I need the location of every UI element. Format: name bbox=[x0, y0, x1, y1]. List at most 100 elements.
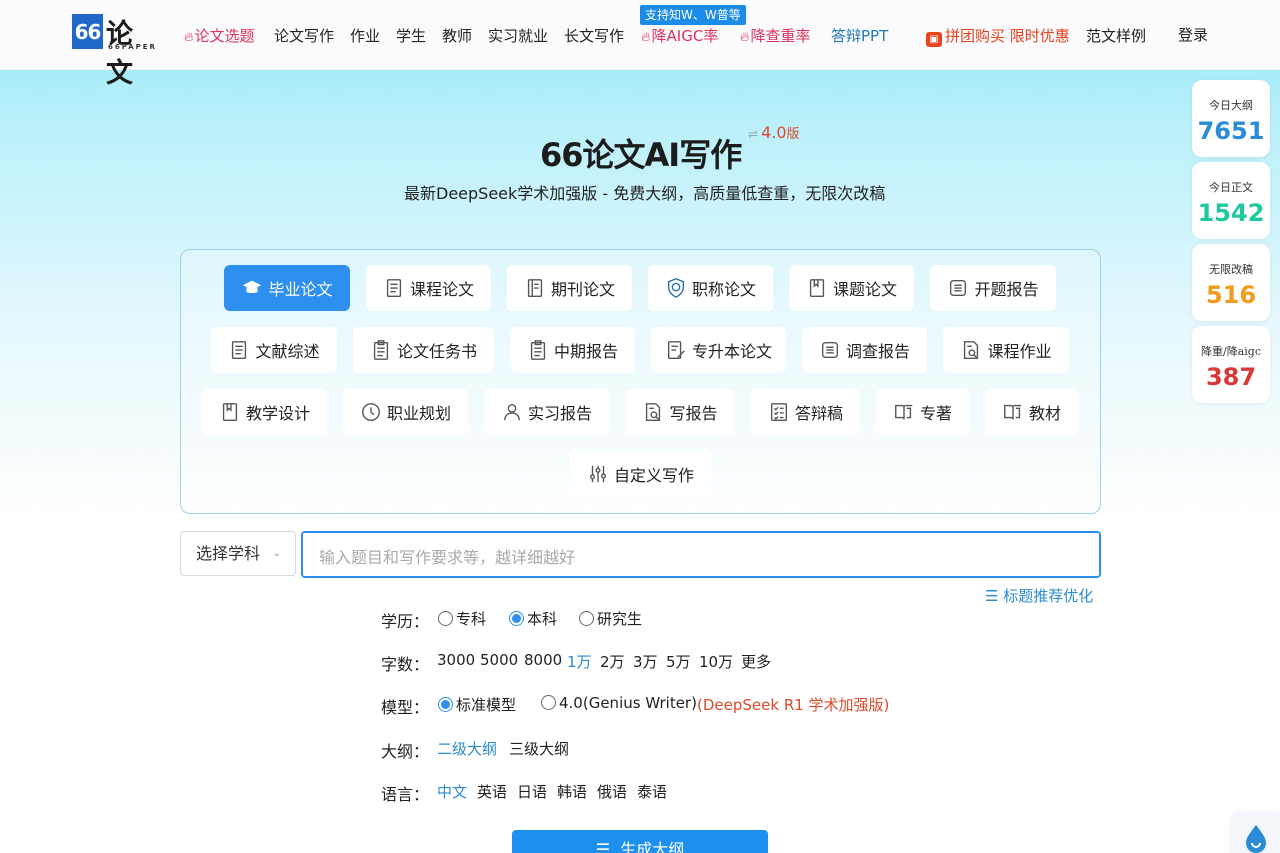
topic-input[interactable] bbox=[301, 531, 1101, 578]
option-label: 专科 bbox=[456, 610, 487, 628]
category-label: 论文任务书 bbox=[396, 342, 477, 361]
stat-label: 降重/降aigc bbox=[1201, 345, 1261, 358]
language-option[interactable]: 泰语 bbox=[637, 781, 667, 802]
report-icon bbox=[947, 277, 969, 299]
outline-option[interactable]: 三级大纲 bbox=[509, 738, 569, 759]
category-label: 文献综述 bbox=[255, 342, 320, 361]
list-icon: ☰ bbox=[985, 587, 999, 605]
nav-internship[interactable]: 实习就业 bbox=[488, 25, 548, 46]
option-label: 标准模型 bbox=[456, 696, 517, 714]
model-option-standard[interactable]: 标准模型 bbox=[438, 694, 516, 715]
category-button[interactable]: 文献综述 bbox=[211, 327, 337, 373]
category-label: 中期报告 bbox=[553, 342, 618, 361]
category-button[interactable]: 教材 bbox=[985, 389, 1078, 435]
category-button[interactable]: 教学设计 bbox=[202, 389, 327, 435]
category-button[interactable]: 课程论文 bbox=[366, 265, 491, 311]
model-option-genius[interactable]: 4.0(Genius Writer) bbox=[541, 694, 697, 712]
floating-help-button[interactable] bbox=[1231, 812, 1280, 853]
nav-long-writing[interactable]: 长文写作 bbox=[564, 25, 624, 46]
word-count-option[interactable]: 8000 bbox=[524, 651, 562, 669]
stat-label: 今日正文 bbox=[1209, 181, 1253, 194]
word-count-option[interactable]: 5000 bbox=[480, 651, 518, 669]
login-link[interactable]: 登录 bbox=[1178, 24, 1208, 45]
nav-paper-writing[interactable]: 论文写作 bbox=[274, 25, 334, 46]
word-count-option[interactable]: 3000 bbox=[437, 651, 475, 669]
language-option[interactable]: 韩语 bbox=[557, 781, 587, 802]
page-title: 66论文AI写作 bbox=[540, 136, 742, 174]
category-button[interactable]: 课题论文 bbox=[789, 265, 914, 311]
category-button[interactable]: 开题报告 bbox=[930, 265, 1056, 311]
nav-teacher[interactable]: 教师 bbox=[442, 25, 472, 46]
category-label: 教材 bbox=[1028, 404, 1061, 423]
category-label: 教学设计 bbox=[245, 404, 310, 423]
generate-outline-button[interactable]: ☰ 生成大纲 bbox=[512, 830, 768, 853]
stat-value: 516 bbox=[1205, 281, 1257, 309]
category-button[interactable]: 实习报告 bbox=[484, 389, 609, 435]
nav-reduce-plagiarism[interactable]: 🔥︎降查重率 bbox=[740, 25, 811, 46]
category-button[interactable]: 期刊论文 bbox=[507, 265, 632, 311]
word-count-option[interactable]: 5万 bbox=[666, 651, 691, 672]
category-label: 课题论文 bbox=[832, 280, 897, 299]
subject-select[interactable]: 选择学科 ⌄ bbox=[180, 531, 296, 576]
category-button[interactable]: 中期报告 bbox=[510, 327, 635, 373]
education-option[interactable]: 研究生 bbox=[579, 608, 642, 629]
nav-label: 降AIGC率 bbox=[651, 27, 719, 45]
document-icon bbox=[228, 339, 250, 361]
graduation-cap-icon bbox=[241, 277, 263, 299]
journal-icon bbox=[524, 277, 546, 299]
outline-option[interactable]: 二级大纲 bbox=[437, 738, 497, 759]
language-option[interactable]: 英语 bbox=[477, 781, 507, 802]
radio-checked-icon bbox=[438, 697, 453, 712]
nav-defense-ppt[interactable]: 答辩PPT bbox=[831, 25, 888, 46]
category-label: 课程作业 bbox=[987, 342, 1052, 361]
flame-icon: 🔥︎ bbox=[184, 30, 194, 45]
list-icon: ☰ bbox=[595, 840, 611, 853]
radio-icon bbox=[541, 695, 556, 710]
category-button[interactable]: 答辩稿 bbox=[751, 389, 860, 435]
category-button[interactable]: 调查报告 bbox=[802, 327, 927, 373]
title-optimize-link[interactable]: ☰ 标题推荐优化 bbox=[985, 585, 1093, 606]
word-count-option[interactable]: 2万 bbox=[600, 651, 625, 672]
category-button[interactable]: 论文任务书 bbox=[353, 327, 494, 373]
version-switch[interactable]: ⇌ 4.0版 bbox=[748, 123, 800, 142]
word-count-option[interactable]: 10万 bbox=[699, 651, 733, 672]
nav-samples[interactable]: 范文样例 bbox=[1086, 25, 1146, 46]
badge-shield-icon bbox=[665, 277, 687, 299]
language-option[interactable]: 日语 bbox=[517, 781, 547, 802]
language-option[interactable]: 俄语 bbox=[597, 781, 627, 802]
category-button[interactable]: 职业规划 bbox=[343, 389, 468, 435]
site-logo[interactable]: 66 论文 66PAPER bbox=[72, 14, 158, 89]
document-icon bbox=[383, 277, 405, 299]
language-option[interactable]: 中文 bbox=[437, 781, 467, 802]
clipboard-icon bbox=[370, 339, 392, 361]
search-document-icon bbox=[960, 339, 982, 361]
category-label: 写报告 bbox=[669, 404, 718, 423]
page-subtitle: 最新DeepSeek学术加强版 - 免费大纲，高质量低查重，无限次改稿 bbox=[404, 184, 886, 203]
word-count-option[interactable]: 1万 bbox=[567, 651, 592, 672]
category-button[interactable]: 专著 bbox=[876, 389, 969, 435]
search-document-icon bbox=[642, 401, 664, 423]
category-button[interactable]: 毕业论文 bbox=[224, 265, 350, 311]
nav-group-buy[interactable]: ▣ 拼团购买 限时优惠 bbox=[926, 25, 1070, 47]
category-button[interactable]: 课程作业 bbox=[943, 327, 1069, 373]
education-option[interactable]: 专科 bbox=[438, 608, 486, 629]
category-label: 课程论文 bbox=[409, 280, 474, 299]
category-button[interactable]: 写报告 bbox=[625, 389, 735, 435]
nav-reduce-aigc[interactable]: 🔥︎降AIGC率 bbox=[641, 25, 718, 46]
category-button[interactable]: 职称论文 bbox=[648, 265, 773, 311]
word-count-option[interactable]: 3万 bbox=[633, 651, 658, 672]
category-button[interactable]: 自定义写作 bbox=[570, 451, 711, 497]
title-optimize-label: 标题推荐优化 bbox=[1003, 587, 1094, 605]
nav-homework[interactable]: 作业 bbox=[350, 25, 380, 46]
stat-today-fulltext: 今日正文 1542 bbox=[1192, 162, 1270, 239]
nav-student[interactable]: 学生 bbox=[396, 25, 426, 46]
category-button[interactable]: 专升本论文 bbox=[651, 327, 786, 373]
chevron-down-icon: ⌄ bbox=[272, 548, 281, 559]
bookmark-book-icon bbox=[806, 277, 828, 299]
word-count-option[interactable]: 更多 bbox=[741, 651, 771, 672]
category-label: 调查报告 bbox=[845, 342, 910, 361]
model-label: 模型： bbox=[381, 698, 430, 717]
category-label: 职称论文 bbox=[691, 280, 756, 299]
education-option[interactable]: 本科 bbox=[509, 608, 557, 629]
nav-topic-selection[interactable]: 🔥︎论文选题 bbox=[184, 25, 255, 46]
